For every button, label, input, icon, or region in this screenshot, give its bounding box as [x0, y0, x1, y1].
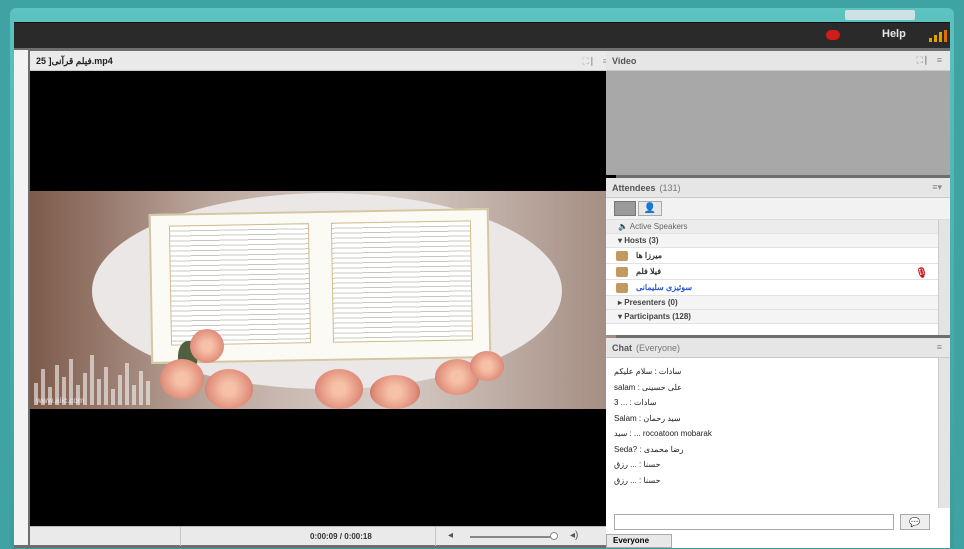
- left-edge-strip: [14, 50, 28, 545]
- attendees-toolbar: 👤: [606, 198, 950, 220]
- attendees-scrollbar[interactable]: [938, 220, 950, 335]
- video-pod-header: Video ⛶ ▏ ≡: [606, 51, 950, 71]
- playback-time: 0:00:09 / 0:00:18: [310, 532, 372, 541]
- host-avatar-icon: [616, 283, 628, 293]
- hosts-group-header[interactable]: ▾ Hosts (3): [606, 234, 950, 248]
- host-avatar-icon: [616, 267, 628, 277]
- workspace: 25 ]فیلم قرآنی.mp4 ⛶ ▏ ≡ www.aiic.com 0:…: [14, 48, 950, 548]
- pod-options-icon[interactable]: ⛶ ▏ ≡: [916, 55, 942, 66]
- chat-message: حسنا : ... رزق: [614, 475, 661, 485]
- chat-pod: Chat (Everyone) ≡ سادات : سلام علیکم sala…: [606, 338, 950, 548]
- send-message-icon[interactable]: 💬: [900, 514, 930, 530]
- pod-menu-icon[interactable]: ≡: [937, 342, 942, 352]
- mic-muted-icon: 🎙: [915, 268, 928, 279]
- presenters-group-header[interactable]: ▸ Presenters (0): [606, 296, 950, 310]
- attendee-row[interactable]: میرزا ها: [606, 248, 950, 264]
- volume-slider[interactable]: [470, 536, 552, 538]
- flower-shape: [470, 351, 504, 381]
- attendee-row[interactable]: سوئیزی سلیمانی: [606, 280, 950, 296]
- divider: [180, 527, 181, 546]
- chat-scrollbar[interactable]: [938, 358, 950, 508]
- video-pod: Video ⛶ ▏ ≡: [606, 51, 950, 175]
- volume-down-icon[interactable]: ◂: [448, 530, 453, 541]
- media-player[interactable]: www.aiic.com: [30, 71, 616, 526]
- flower-shape: [190, 329, 224, 363]
- chat-message: سادات : سلام علیکم: [614, 367, 682, 376]
- chat-pod-title: Chat (Everyone): [612, 343, 681, 353]
- chat-messages: سادات : سلام علیکم salam : علی حسینی ساد…: [606, 358, 936, 508]
- chat-message: salam : علی حسینی: [614, 382, 682, 392]
- record-indicator-icon[interactable]: [826, 30, 840, 40]
- share-pod-title: 25 ]فیلم قرآنی.mp4: [36, 56, 113, 66]
- flower-shape: [205, 369, 253, 409]
- chat-message: حسنا : ... رزق: [614, 460, 661, 469]
- window-controls[interactable]: [845, 10, 915, 20]
- chat-message: سید : ... rocoatoon mobarak: [614, 429, 712, 438]
- flower-shape: [370, 375, 420, 409]
- chat-message-input[interactable]: [614, 514, 894, 530]
- video-pod-title: Video: [612, 56, 637, 66]
- meeting-titlebar: Help: [14, 22, 950, 48]
- participants-group-header[interactable]: ▾ Participants (128): [606, 310, 950, 324]
- active-speakers-row: 🔈 Active Speakers: [606, 220, 950, 234]
- divider: [435, 527, 436, 546]
- attendees-pod-header: Attendees (131) ≡▾: [606, 178, 950, 198]
- flower-shape: [315, 369, 363, 409]
- chat-message: سادات : ... 3: [614, 398, 657, 407]
- connection-signal-icon: [929, 30, 947, 42]
- host-avatar-icon: [616, 251, 628, 261]
- player-controls: 0:00:09 / 0:00:18 ◂ ◂): [30, 526, 616, 546]
- volume-slider-knob[interactable]: [550, 532, 558, 540]
- chat-message: Salam : سید رحمان: [614, 413, 681, 423]
- share-pod-header: 25 ]فیلم قرآنی.mp4 ⛶ ▏ ≡: [30, 51, 616, 71]
- attendees-pod-title: Attendees (131): [612, 183, 681, 193]
- book-page-left: [168, 223, 311, 346]
- help-menu[interactable]: Help: [882, 28, 906, 40]
- share-pod: 25 ]فیلم قرآنی.mp4 ⛶ ▏ ≡ www.aiic.com 0:…: [30, 51, 616, 546]
- attendees-pod: Attendees (131) ≡▾ 👤 🔈 Active Speakers ▾ …: [606, 178, 950, 335]
- pod-options-icon[interactable]: ⛶ ▏ ≡: [582, 56, 608, 67]
- active-speakers-icon: 🔈: [618, 222, 628, 231]
- flower-shape: [160, 359, 204, 399]
- attendee-row[interactable]: فیلا فلم 🎙: [606, 264, 950, 280]
- chat-tab-everyone[interactable]: Everyone: [606, 534, 672, 548]
- speaker-icon[interactable]: ◂): [570, 530, 578, 541]
- chat-message: Seda? : رضا محمدی: [614, 444, 684, 454]
- video-frame: www.aiic.com: [30, 191, 616, 409]
- book-page-right: [330, 220, 473, 343]
- user-status-button[interactable]: 👤: [638, 201, 662, 216]
- pod-menu-icon[interactable]: ≡▾: [932, 182, 942, 193]
- list-view-button[interactable]: [614, 201, 636, 216]
- chat-pod-header: Chat (Everyone) ≡: [606, 338, 950, 358]
- video-watermark: www.aiic.com: [36, 396, 85, 405]
